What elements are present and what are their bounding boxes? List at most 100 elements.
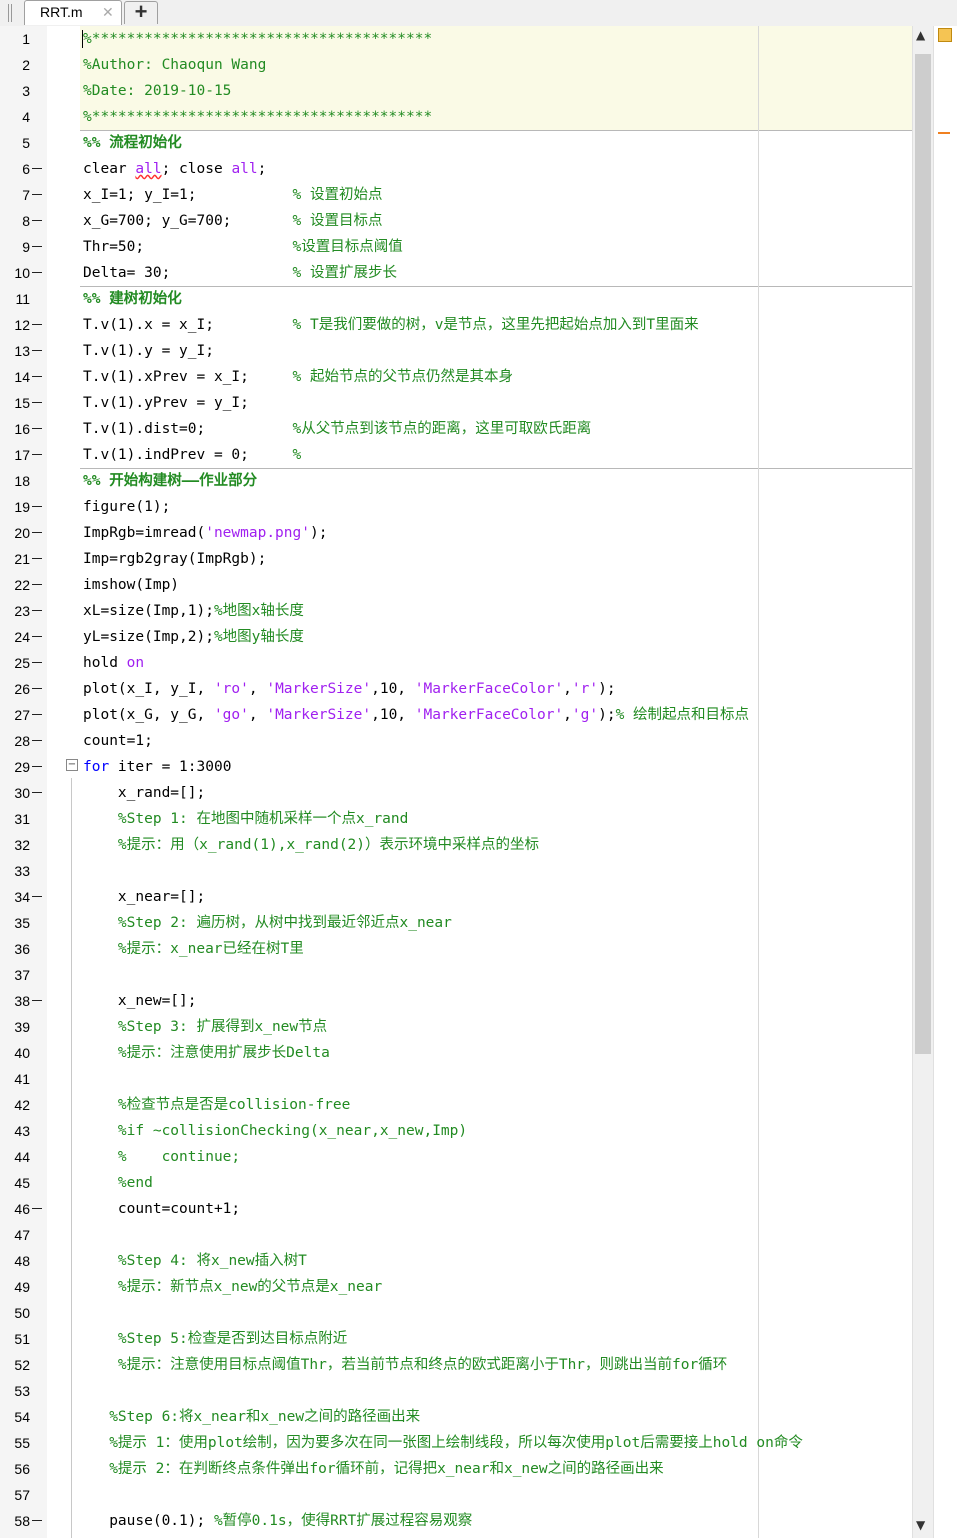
code-text[interactable]: %Step 5:检查是否到达目标点附近 xyxy=(83,1326,347,1352)
code-line[interactable]: 25 hold on xyxy=(0,650,912,676)
code-line[interactable]: 41 xyxy=(0,1066,912,1092)
code-text[interactable]: %% 建树初始化 xyxy=(83,286,182,312)
breakpoint-dash[interactable] xyxy=(32,376,42,377)
breakpoint-dash[interactable] xyxy=(32,792,42,793)
code-line[interactable]: 57 xyxy=(0,1482,912,1508)
code-text[interactable]: Imp=rgb2gray(ImpRgb); xyxy=(83,546,266,572)
code-line[interactable]: 11 %% 建树初始化 xyxy=(0,286,912,312)
breakpoint-dash[interactable] xyxy=(32,324,42,325)
code-text[interactable]: x_G=700; y_G=700; % 设置目标点 xyxy=(83,208,382,234)
code-text[interactable]: %检查节点是否是collision-free xyxy=(83,1092,350,1118)
code-text[interactable]: count=1; xyxy=(83,728,153,754)
code-text[interactable]: T.v(1).yPrev = y_I; xyxy=(83,390,249,416)
code-text[interactable]: imshow(Imp) xyxy=(83,572,179,598)
scrollbar-thumb[interactable] xyxy=(915,54,931,1054)
code-text[interactable]: yL=size(Imp,2);%地图y轴长度 xyxy=(83,624,304,650)
breakpoint-dash[interactable] xyxy=(32,714,42,715)
code-line[interactable]: 45 %end xyxy=(0,1170,912,1196)
code-text[interactable]: %Step 3: 扩展得到x_new节点 xyxy=(83,1014,327,1040)
code-text[interactable]: Thr=50; %设置目标点阈值 xyxy=(83,234,403,260)
code-text[interactable]: %提示：注意使用目标点阈值Thr，若当前节点和终点的欧式距离小于Thr，则跳出当… xyxy=(83,1352,727,1378)
breakpoint-dash[interactable] xyxy=(32,558,42,559)
code-text[interactable]: T.v(1).y = y_I; xyxy=(83,338,214,364)
code-line[interactable]: 27 plot(x_G, y_G, 'go', 'MarkerSize',10, … xyxy=(0,702,912,728)
code-text[interactable]: T.v(1).xPrev = x_I; % 起始节点的父节点仍然是其本身 xyxy=(83,364,513,390)
breakpoint-dash[interactable] xyxy=(32,428,42,429)
breakpoint-dash[interactable] xyxy=(32,272,42,273)
breakpoint-dash[interactable] xyxy=(32,1208,42,1209)
code-line[interactable]: 17 T.v(1).indPrev = 0; % xyxy=(0,442,912,468)
code-text[interactable]: %Step 6:将x_near和x_new之间的路径画出来 xyxy=(83,1404,420,1430)
code-line[interactable]: 54 %Step 6:将x_near和x_new之间的路径画出来 xyxy=(0,1404,912,1430)
breakpoint-dash[interactable] xyxy=(32,1000,42,1001)
code-line[interactable]: 24 yL=size(Imp,2);%地图y轴长度 xyxy=(0,624,912,650)
code-text[interactable]: %提示 1：使用plot绘制，因为要多次在同一张图上绘制线段，所以每次使用plo… xyxy=(83,1430,803,1456)
breakpoint-dash[interactable] xyxy=(32,610,42,611)
code-line[interactable]: 55 %提示 1：使用plot绘制，因为要多次在同一张图上绘制线段，所以每次使用… xyxy=(0,1430,912,1456)
code-text[interactable]: %Author: Chaoqun Wang xyxy=(83,52,266,78)
code-line[interactable]: 46 count=count+1; xyxy=(0,1196,912,1222)
code-text[interactable]: Delta= 30; % 设置扩展步长 xyxy=(83,260,397,286)
code-text[interactable]: x_rand=[]; xyxy=(83,780,205,806)
code-text[interactable]: clear all; close all; xyxy=(83,156,266,182)
code-line[interactable]: 48 %Step 4: 将x_new插入树T xyxy=(0,1248,912,1274)
code-text[interactable]: %end xyxy=(83,1170,153,1196)
code-line[interactable]: 1 %**************************************… xyxy=(0,26,912,52)
code-text[interactable]: T.v(1).dist=0; %从父节点到该节点的距离，这里可取欧氏距离 xyxy=(83,416,591,442)
code-line[interactable]: 37 xyxy=(0,962,912,988)
code-line[interactable]: 40 %提示：注意使用扩展步长Delta xyxy=(0,1040,912,1066)
code-line[interactable]: 35 %Step 2: 遍历树，从树中找到最近邻近点x_near xyxy=(0,910,912,936)
code-line[interactable]: 4 %**************************************… xyxy=(0,104,912,130)
code-text[interactable]: %Date: 2019-10-15 xyxy=(83,78,231,104)
breakpoint-dash[interactable] xyxy=(32,662,42,663)
code-text[interactable]: %Step 2: 遍历树，从树中找到最近邻近点x_near xyxy=(83,910,452,936)
warning-marker[interactable] xyxy=(938,132,950,134)
code-line[interactable]: 20 ImpRgb=imread('newmap.png'); xyxy=(0,520,912,546)
breakpoint-dash[interactable] xyxy=(32,532,42,533)
breakpoint-dash[interactable] xyxy=(32,220,42,221)
tab-rrt-m[interactable]: RRT.m ✕ xyxy=(24,0,122,25)
code-text[interactable]: %*************************************** xyxy=(83,26,432,52)
code-line[interactable]: 39 %Step 3: 扩展得到x_new节点 xyxy=(0,1014,912,1040)
code-line[interactable]: 13 T.v(1).y = y_I; xyxy=(0,338,912,364)
code-line[interactable]: 3 %Date: 2019-10-15 xyxy=(0,78,912,104)
code-text[interactable]: %Step 4: 将x_new插入树T xyxy=(83,1248,307,1274)
code-line[interactable]: 21 Imp=rgb2gray(ImpRgb); xyxy=(0,546,912,572)
code-line[interactable]: 31 %Step 1: 在地图中随机采样一个点x_rand xyxy=(0,806,912,832)
code-text[interactable]: % continue; xyxy=(83,1144,240,1170)
code-text[interactable]: count=count+1; xyxy=(83,1196,240,1222)
code-line[interactable]: 51 %Step 5:检查是否到达目标点附近 xyxy=(0,1326,912,1352)
up-arrow-icon[interactable]: ▲ xyxy=(916,28,925,42)
breakpoint-dash[interactable] xyxy=(32,350,42,351)
code-text[interactable]: %% 开始构建树——作业部分 xyxy=(83,468,257,494)
add-tab-button[interactable]: + xyxy=(124,1,158,24)
code-text[interactable]: %提示：新节点x_new的父节点是x_near xyxy=(83,1274,382,1300)
code-line[interactable]: 16 T.v(1).dist=0; %从父节点到该节点的距离，这里可取欧氏距离 xyxy=(0,416,912,442)
code-text[interactable]: x_I=1; y_I=1; % 设置初始点 xyxy=(83,182,382,208)
code-text[interactable]: hold on xyxy=(83,650,144,676)
code-text[interactable]: %提示：注意使用扩展步长Delta xyxy=(83,1040,330,1066)
code-line[interactable]: 15 T.v(1).yPrev = y_I; xyxy=(0,390,912,416)
code-line[interactable]: 14 T.v(1).xPrev = x_I; % 起始节点的父节点仍然是其本身 xyxy=(0,364,912,390)
code-text[interactable]: %提示：x_near已经在树T里 xyxy=(83,936,304,962)
code-analyzer-status-icon[interactable] xyxy=(938,28,952,42)
code-line[interactable]: 10 Delta= 30; % 设置扩展步长 xyxy=(0,260,912,286)
code-text[interactable]: pause(0.1); %暂停0.1s，使得RRT扩展过程容易观察 xyxy=(83,1508,472,1534)
code-line[interactable]: 26 plot(x_I, y_I, 'ro', 'MarkerSize',10, … xyxy=(0,676,912,702)
breakpoint-dash[interactable] xyxy=(32,454,42,455)
code-line[interactable]: 2 %Author: Chaoqun Wang xyxy=(0,52,912,78)
code-text[interactable]: %提示：用（x_rand(1),x_rand(2)）表示环境中采样点的坐标 xyxy=(83,832,539,858)
code-text[interactable]: plot(x_I, y_I, 'ro', 'MarkerSize',10, 'M… xyxy=(83,676,616,702)
code-text[interactable]: xL=size(Imp,1);%地图x轴长度 xyxy=(83,598,304,624)
code-line[interactable]: 32 %提示：用（x_rand(1),x_rand(2)）表示环境中采样点的坐标 xyxy=(0,832,912,858)
code-text[interactable]: plot(x_G, y_G, 'go', 'MarkerSize',10, 'M… xyxy=(83,702,749,728)
code-text[interactable]: for iter = 1:3000 xyxy=(83,754,231,780)
code-line[interactable]: 36 %提示：x_near已经在树T里 xyxy=(0,936,912,962)
breakpoint-dash[interactable] xyxy=(32,584,42,585)
tab-bar-grip[interactable] xyxy=(8,4,12,22)
code-line[interactable]: 19 figure(1); xyxy=(0,494,912,520)
breakpoint-dash[interactable] xyxy=(32,168,42,169)
code-text[interactable]: ImpRgb=imread('newmap.png'); xyxy=(83,520,327,546)
code-line[interactable]: 47 xyxy=(0,1222,912,1248)
code-line[interactable]: 53 xyxy=(0,1378,912,1404)
